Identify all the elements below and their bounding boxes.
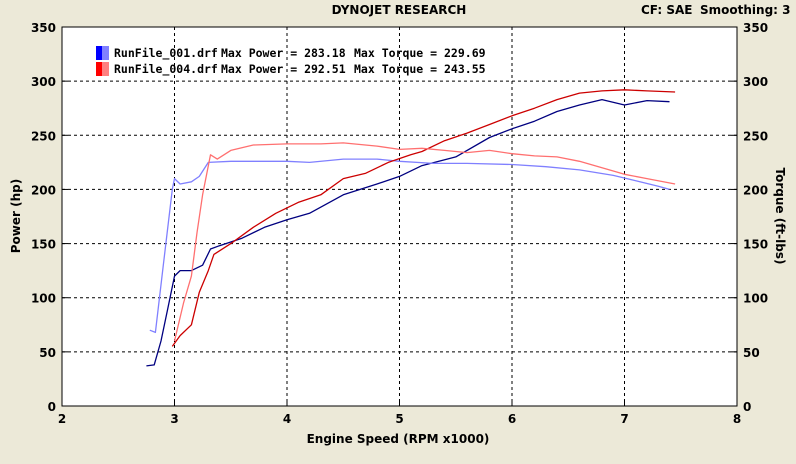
x-axis-label: Engine Speed (RPM x1000) <box>307 432 490 446</box>
y-tick-label-left: 350 <box>31 21 56 35</box>
cf-label: CF: SAE <box>641 3 692 17</box>
y-tick-label-left: 0 <box>48 400 56 414</box>
x-tick-label: 3 <box>170 412 178 426</box>
y-tick-label-right: 100 <box>743 292 768 306</box>
x-tick-label: 6 <box>508 412 516 426</box>
y-tick-label-left: 50 <box>39 346 56 360</box>
y-tick-label-right: 300 <box>743 75 768 89</box>
y-tick-label-right: 350 <box>743 21 768 35</box>
y-tick-label-right: 0 <box>743 400 751 414</box>
y-tick-label-right: 200 <box>743 183 768 197</box>
y-tick-label-left: 250 <box>31 129 56 143</box>
y-tick-label-left: 100 <box>31 292 56 306</box>
legend-power-001: Max Power = 283.18 <box>221 46 346 60</box>
y-tick-label-right: 250 <box>743 129 768 143</box>
y-axis-left-label: Power (hp) <box>9 179 23 253</box>
y-axis-right-label: Torque (ft-lbs) <box>773 168 787 265</box>
legend-file-004: RunFile_004.drf <box>114 62 218 77</box>
y-tick-label-left: 150 <box>31 238 56 252</box>
legend-file-001: RunFile_001.drf <box>114 46 218 61</box>
legend-swatch-001-light <box>102 46 109 60</box>
smoothing-label: Smoothing: 3 <box>700 3 791 17</box>
legend: RunFile_001.drf Max Power = 283.18 Max T… <box>96 46 486 77</box>
x-tick-label: 7 <box>620 412 628 426</box>
y-tick-label-left: 200 <box>31 183 56 197</box>
legend-swatch-004-dark <box>96 62 102 76</box>
y-tick-label-left: 300 <box>31 75 56 89</box>
x-tick-label: 2 <box>58 412 66 426</box>
legend-power-004: Max Power = 292.51 <box>221 62 346 76</box>
x-tick-label: 8 <box>733 412 741 426</box>
chart-title: DYNOJET RESEARCH <box>332 3 467 17</box>
legend-torque-001: Max Torque = 229.69 <box>354 46 486 60</box>
y-tick-label-right: 150 <box>743 238 768 252</box>
legend-torque-004: Max Torque = 243.55 <box>354 62 486 76</box>
dyno-chart: DYNOJET RESEARCH CF: SAE Smoothing: 3 0 5… <box>0 0 796 464</box>
legend-swatch-004-light <box>102 62 109 76</box>
x-tick-label: 4 <box>283 412 291 426</box>
x-tick-label: 5 <box>395 412 403 426</box>
y-tick-label-right: 50 <box>743 346 760 360</box>
legend-swatch-001-dark <box>96 46 102 60</box>
